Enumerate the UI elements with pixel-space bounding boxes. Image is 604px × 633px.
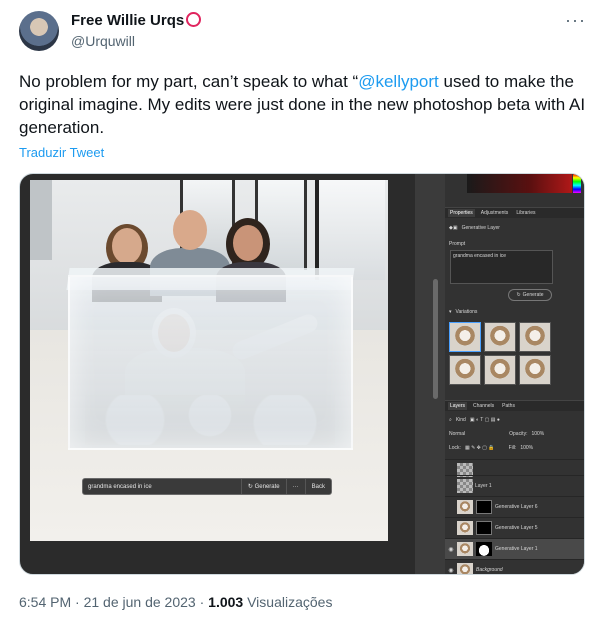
contextual-taskbar: grandma encased in ice ↻ Generate ··· Ba… <box>82 478 332 495</box>
variations-grid <box>449 322 551 385</box>
prompt-label: Prompt <box>449 241 466 247</box>
layer-thumbnail <box>457 521 473 535</box>
window <box>315 180 385 280</box>
blend-row: Normal Opacity: 100% <box>449 431 544 437</box>
variation-thumbnail[interactable] <box>449 322 481 352</box>
layer-type-label: Generative Layer <box>461 225 500 231</box>
red-ring-emoji-icon <box>186 12 202 27</box>
layer-row[interactable]: Layer 1 <box>445 475 584 496</box>
generate-button[interactable]: ↻ Generate <box>242 479 287 494</box>
properties-tabs: Properties Adjustments Libraries <box>445 207 584 218</box>
mention-link[interactable]: @kellyport <box>358 72 439 91</box>
layer-row[interactable]: Generative Layer 6 <box>445 496 584 517</box>
person-head <box>233 225 263 261</box>
tweet-media[interactable]: grandma encased in ice ↻ Generate ··· Ba… <box>19 173 585 575</box>
lock-icons[interactable]: ▦ ✎ ✥ ▢ 🔒 <box>465 445 495 451</box>
author-name[interactable]: Free Willie Urqs <box>71 12 202 29</box>
layer-thumbnail <box>457 500 473 514</box>
tab-properties[interactable]: Properties <box>448 209 475 217</box>
filter-row: ⌕ Kind ▣ ◐ T ▢ ▤ ● <box>449 417 500 423</box>
panel-generate-button[interactable]: ↻ Generate <box>508 289 552 301</box>
tab-adjustments[interactable]: Adjustments <box>479 209 511 217</box>
layer-row-selected[interactable]: ◉ Generative Layer 1 <box>445 538 584 559</box>
layer-thumbnail <box>457 542 473 556</box>
blend-mode-select[interactable]: Normal <box>449 431 465 437</box>
kind-select[interactable]: Kind <box>456 417 466 423</box>
tab-paths[interactable]: Paths <box>500 402 517 410</box>
tweet-date[interactable]: 21 de jun de 2023 <box>84 594 196 610</box>
views-label: Visualizações <box>247 594 333 610</box>
generate-label: Generate <box>254 483 280 490</box>
back-button[interactable]: Back <box>306 479 331 494</box>
lock-label: Lock: <box>449 445 461 451</box>
variation-thumbnail[interactable] <box>449 355 481 385</box>
layer-mask-thumbnail <box>476 500 492 514</box>
variation-thumbnail[interactable] <box>484 355 516 385</box>
tweet-time[interactable]: 6:54 PM <box>19 594 71 610</box>
layers-tabs: Layers Channels Paths <box>445 400 584 411</box>
prompt-textarea[interactable]: grandma encased in ice <box>450 250 553 284</box>
tab-layers[interactable]: Layers <box>448 402 468 410</box>
tab-channels[interactable]: Channels <box>471 402 496 410</box>
layer-name: Generative Layer 5 <box>495 525 538 531</box>
layer-mask-thumbnail <box>476 542 492 556</box>
chevron-down-icon: ▾ <box>449 309 452 315</box>
fill-label: Fill: <box>508 445 517 451</box>
layer-mask-thumbnail <box>476 521 492 535</box>
variation-thumbnail[interactable] <box>484 322 516 352</box>
tweet-text-part: No problem for my part, can’t speak to w… <box>19 72 359 91</box>
layer-row[interactable]: Generative Layer 5 <box>445 517 584 538</box>
fill-value[interactable]: 100% <box>520 445 533 451</box>
tweet-meta: 6:54 PM · 21 de jun de 2023 · 1.003 Visu… <box>19 594 333 610</box>
layer-row[interactable]: ◉ Background <box>445 559 584 574</box>
layer-name: Generative Layer 1 <box>495 546 538 552</box>
avatar[interactable] <box>19 11 59 51</box>
eye-icon[interactable]: ◉ <box>445 567 457 574</box>
more-icon[interactable]: ··· <box>287 479 306 494</box>
generate-icon: ↻ <box>247 484 255 490</box>
generate-label: Generate <box>522 292 544 298</box>
tweet-text: No problem for my part, can’t speak to w… <box>19 70 589 139</box>
photoshop-panel: Properties Adjustments Libraries ◆▣ Gene… <box>445 174 584 574</box>
opacity-value[interactable]: 100% <box>531 431 544 437</box>
filter-icons[interactable]: ▣ ◐ T ▢ ▤ ● <box>470 417 500 423</box>
views-count: 1.003 <box>208 594 244 610</box>
layer-name: Layer 1 <box>475 483 492 489</box>
layer-thumbnail <box>457 479 473 493</box>
layer-name: Background <box>476 567 503 573</box>
author-name-text[interactable]: Free Willie Urqs <box>71 12 184 29</box>
variations-label: ▾ Variations <box>449 309 477 315</box>
opacity-label: Opacity: <box>509 431 528 437</box>
author-handle[interactable]: @Urquwill <box>71 33 135 49</box>
tab-libraries[interactable]: Libraries <box>514 209 537 217</box>
search-icon: ⌕ <box>449 417 452 423</box>
scroll-thumb[interactable] <box>433 279 438 399</box>
prompt-input[interactable]: grandma encased in ice <box>83 479 242 494</box>
generative-layer-icon: ◆▣ <box>449 225 458 231</box>
variations-text: Variations <box>455 309 478 315</box>
hue-strip[interactable] <box>573 174 581 193</box>
canvas-scrollbar[interactable] <box>415 174 445 574</box>
person-head <box>112 228 142 264</box>
translate-tweet-link[interactable]: Traduzir Tweet <box>19 145 104 160</box>
color-picker[interactable] <box>467 174 572 193</box>
doorframe <box>30 180 52 260</box>
layer-thumbnail <box>457 563 473 574</box>
variation-thumbnail[interactable] <box>519 355 551 385</box>
ice-cube <box>68 275 353 450</box>
layer-type-row: ◆▣ Generative Layer <box>449 225 500 231</box>
more-options-icon[interactable]: ··· <box>565 10 586 31</box>
generate-icon: ↻ <box>516 292 521 298</box>
layer-name: Generative Layer 6 <box>495 504 538 510</box>
person-head <box>173 210 207 250</box>
lock-row: Lock: ▦ ✎ ✥ ▢ 🔒 Fill: 100% <box>449 445 533 451</box>
eye-icon[interactable]: ◉ <box>445 546 457 553</box>
variation-thumbnail[interactable] <box>519 322 551 352</box>
